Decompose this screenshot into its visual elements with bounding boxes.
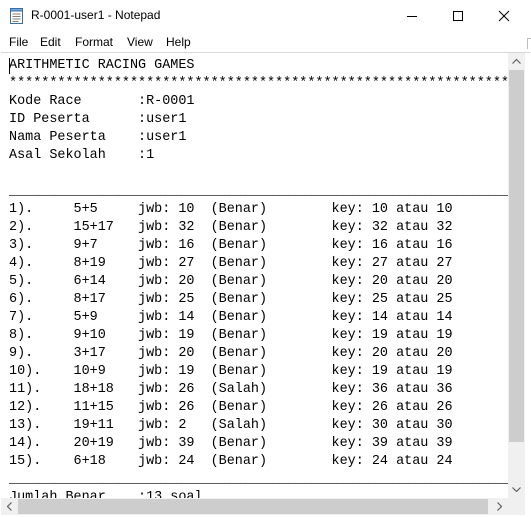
menu-help[interactable]: Help (166, 35, 191, 49)
menu-format[interactable]: Format (75, 35, 113, 49)
arrow-down-icon (512, 487, 521, 492)
arrow-left-icon (7, 502, 12, 511)
horizontal-scroll-thumb[interactable] (18, 499, 488, 514)
minimize-button[interactable] (389, 0, 435, 32)
menu-file[interactable]: File (9, 35, 28, 49)
title-bar[interactable]: R-0001-user1 - Notepad (0, 0, 531, 32)
scroll-up-button[interactable] (508, 53, 525, 70)
text-editor[interactable]: ARITHMETIC RACING GAMES ****************… (1, 52, 530, 516)
horizontal-scrollbar[interactable] (1, 498, 508, 515)
text-caret (9, 58, 10, 74)
close-icon (498, 10, 510, 22)
scroll-left-button[interactable] (1, 498, 18, 515)
arrow-right-icon (497, 502, 502, 511)
window-title: R-0001-user1 - Notepad (31, 8, 161, 22)
menu-view[interactable]: View (127, 35, 153, 49)
close-button[interactable] (481, 0, 531, 32)
arrow-up-icon (512, 59, 521, 64)
menu-bar: File Edit Format View Help (0, 32, 531, 52)
menu-edit[interactable]: Edit (40, 35, 61, 49)
notepad-window: R-0001-user1 - Notepad File Edit Format … (0, 0, 531, 517)
notepad-icon (10, 8, 23, 24)
scroll-right-button[interactable] (491, 498, 508, 515)
scrollbar-corner (508, 498, 525, 515)
vertical-scroll-thumb[interactable] (509, 70, 524, 442)
window-edge-divider (527, 38, 531, 49)
minimize-icon (407, 16, 417, 17)
scroll-down-button[interactable] (508, 481, 525, 498)
maximize-icon (453, 11, 463, 21)
vertical-scrollbar[interactable] (508, 53, 525, 498)
document-text[interactable]: ARITHMETIC RACING GAMES ****************… (9, 57, 509, 507)
maximize-button[interactable] (435, 0, 481, 32)
